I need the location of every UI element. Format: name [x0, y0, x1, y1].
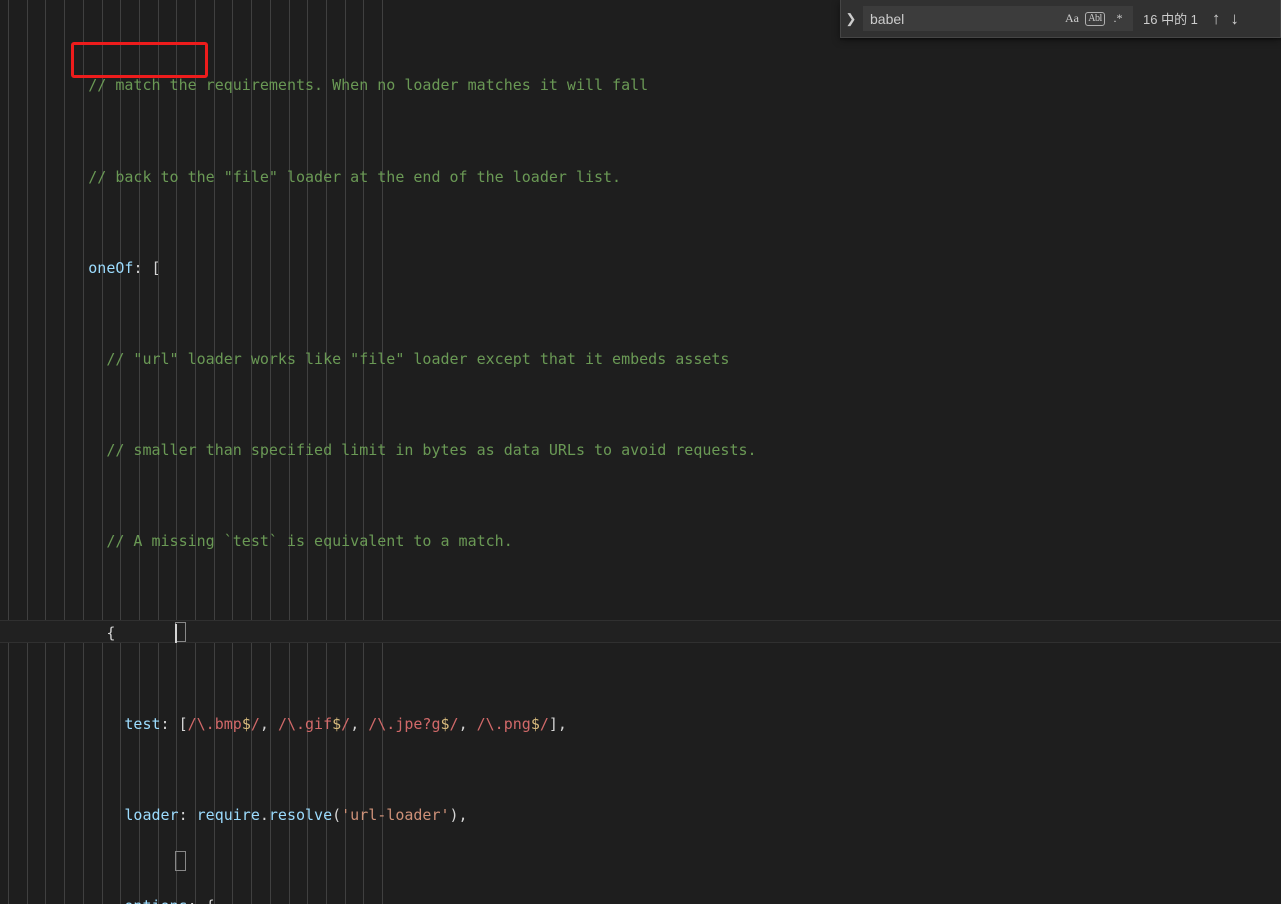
find-options: Aa Abl .*	[1061, 9, 1132, 29]
match-count-label: 16 中的 1	[1143, 12, 1198, 27]
code-token: // "url" loader works like "file" loader…	[7, 349, 730, 368]
code-token: ],	[548, 714, 567, 733]
code-token: // back to the "file" loader at the end …	[7, 167, 622, 186]
code-line: loader: require.resolve('url-loader'),	[0, 804, 1281, 827]
code-token-oneof: oneOf	[88, 258, 134, 277]
code-token: test	[124, 714, 161, 733]
code-token: $	[332, 714, 342, 733]
code-token: options	[124, 897, 187, 904]
match-case-toggle-icon[interactable]: Aa	[1061, 9, 1083, 29]
code-token: // smaller than specified limit in bytes…	[7, 441, 757, 460]
text-cursor	[175, 624, 177, 643]
code-token: /	[539, 714, 549, 733]
code-line: // back to the "file" loader at the end …	[0, 166, 1281, 189]
code-line: // match the requirements. When no loade…	[0, 74, 1281, 97]
code-token: :	[178, 805, 197, 824]
toggle-replace-icon[interactable]: ❯	[841, 0, 861, 37]
whole-word-toggle-icon[interactable]: Abl	[1085, 11, 1105, 26]
code-token: require	[196, 805, 260, 824]
code-token: .	[259, 805, 269, 824]
previous-match-icon[interactable]: ↑	[1212, 10, 1221, 27]
code-token: resolve	[268, 805, 333, 824]
code-token: $	[440, 714, 450, 733]
find-input-container[interactable]: Aa Abl .*	[863, 6, 1133, 31]
code-token: /\.jpe?g	[368, 714, 441, 733]
code-line: // A missing `test` is equivalent to a m…	[0, 530, 1281, 553]
regex-toggle-icon[interactable]: .*	[1107, 9, 1129, 29]
code-token: ),	[449, 805, 468, 824]
code-line: {	[0, 622, 1281, 645]
code-token: /	[449, 714, 459, 733]
code-token: /	[250, 714, 260, 733]
code-token: (	[332, 805, 342, 824]
search-input[interactable]	[864, 10, 1061, 27]
code-line: // smaller than specified limit in bytes…	[0, 439, 1281, 462]
code-token: // match the requirements. When no loade…	[7, 76, 649, 95]
find-navigation: ↑ ↓	[1212, 10, 1239, 27]
code-token: $	[241, 714, 251, 733]
code-token: /	[341, 714, 351, 733]
code-token: /\.bmp	[187, 714, 242, 733]
code-line: options: {	[0, 895, 1281, 904]
code-token: : [	[160, 714, 188, 733]
vscode-editor-window: // match the requirements. When no loade…	[0, 0, 1281, 904]
code-token: loader	[124, 805, 179, 824]
code-token: /\.gif	[277, 714, 333, 733]
code-token: $	[530, 714, 540, 733]
code-token: 'url-loader'	[341, 805, 450, 824]
code-token: : [	[133, 258, 161, 277]
code-token: {	[7, 623, 116, 642]
code-token: ,	[458, 714, 477, 733]
code-token: : {	[188, 897, 215, 904]
code-line: test: [/\.bmp$/, /\.gif$/, /\.jpe?g$/, /…	[0, 713, 1281, 736]
code-line-oneof: oneOf: [	[0, 257, 1281, 280]
code-content[interactable]: // match the requirements. When no loade…	[0, 0, 1281, 904]
next-match-icon[interactable]: ↓	[1230, 10, 1239, 27]
code-token: ,	[350, 714, 369, 733]
code-line: // "url" loader works like "file" loader…	[0, 348, 1281, 371]
code-token: // A missing `test` is equivalent to a m…	[7, 532, 513, 551]
code-token: /\.png	[476, 714, 531, 733]
find-widget[interactable]: ❯ Aa Abl .* 16 中的 1 ↑ ↓	[840, 0, 1281, 38]
code-token: ,	[259, 714, 278, 733]
